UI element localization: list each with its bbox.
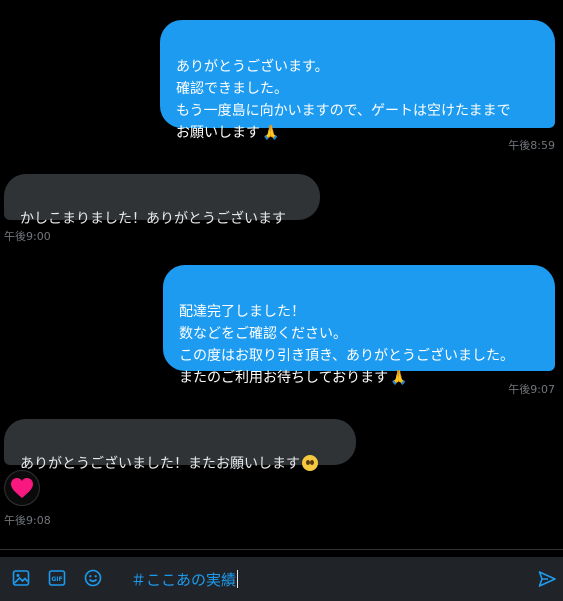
- image-icon[interactable]: [11, 568, 31, 588]
- heart-icon: [11, 478, 33, 498]
- message-bubble-outgoing[interactable]: 配達完了しました！ 数などをご確認ください。 この度はお取り引き頂き、ありがとう…: [163, 265, 555, 386]
- message-text: ありがとうございました！またお願いします: [20, 456, 300, 472]
- gif-icon[interactable]: GIF: [47, 568, 67, 588]
- message-text: かしこまりました！ありがとうございます: [20, 211, 286, 227]
- pleading-face-emoji-icon: [302, 455, 318, 471]
- message-input-text: ＃ここあの実績: [131, 571, 237, 589]
- composer-divider: [0, 549, 563, 550]
- message-text: ありがとうございます。 確認できました。 もう一度島に向かいますので、ゲートは空…: [176, 59, 511, 141]
- message-text: 配達完了しました！ 数などをご確認ください。 この度はお取り引き頂き、ありがとう…: [179, 304, 515, 386]
- svg-text:GIF: GIF: [51, 576, 62, 583]
- message-timestamp: 午後8:59: [508, 139, 555, 152]
- text-caret: [237, 570, 239, 588]
- message-input[interactable]: ＃ここあの実績: [131, 569, 239, 590]
- emoji-icon[interactable]: [83, 568, 103, 588]
- send-icon[interactable]: [537, 569, 557, 589]
- message-bubble-incoming[interactable]: ありがとうございました！またお願いします: [4, 419, 356, 472]
- folded-hands-emoji-icon: 🙏: [262, 125, 280, 141]
- message-timestamp: 午後9:00: [4, 230, 51, 243]
- heart-reaction[interactable]: [4, 470, 40, 506]
- message-composer: GIF ＃ここあの実績: [0, 557, 563, 601]
- message-bubble-incoming[interactable]: かしこまりました！ありがとうございます: [4, 174, 320, 227]
- message-timestamp: 午後9:08: [4, 514, 51, 527]
- folded-hands-emoji-icon: 🙏: [390, 370, 408, 386]
- message-timestamp: 午後9:07: [508, 383, 555, 396]
- message-bubble-outgoing[interactable]: ありがとうございます。 確認できました。 もう一度島に向かいますので、ゲートは空…: [160, 20, 555, 141]
